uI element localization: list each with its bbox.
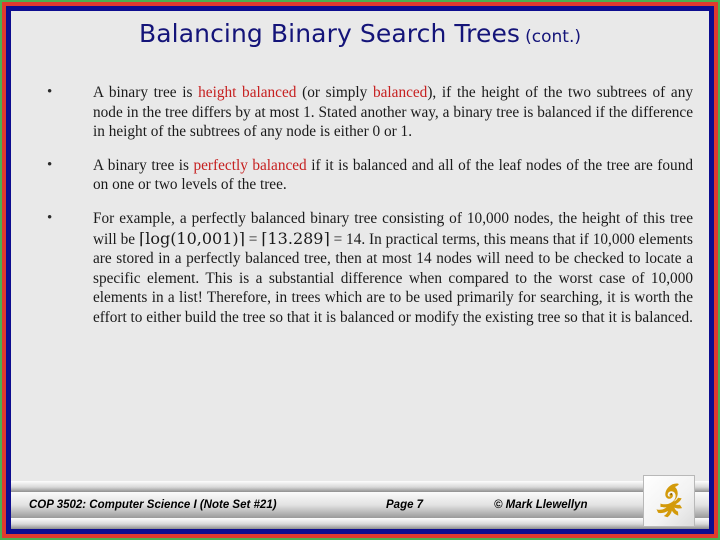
footer-copyright-label: © Mark Llewellyn <box>494 499 588 511</box>
footer-page-label: Page 7 <box>386 499 424 511</box>
pegasus-icon <box>656 483 683 518</box>
page-title-suffix: (cont.) <box>525 27 581 47</box>
footer-course-label: COP 3502: Computer Science I (Note Set #… <box>29 499 277 511</box>
footer-top-band <box>11 481 709 492</box>
bullet-text-run: balanced <box>372 84 428 101</box>
bullet-text-run: = <box>244 230 262 248</box>
bullet-text-run: ⌈log(10,001)⌉ <box>138 228 245 248</box>
bullet-item: • A binary tree is height balanced (or si… <box>31 83 693 142</box>
slide-canvas: Balancing Binary Search Trees (cont.) • A… <box>11 11 709 529</box>
slide-navy-border: Balancing Binary Search Trees (cont.) • A… <box>6 6 714 534</box>
page-title-main: Balancing Binary Search Trees <box>138 19 521 48</box>
bullet-marker-icon: • <box>47 156 53 173</box>
bullet-text-run: perfectly balanced <box>193 156 307 174</box>
page-title: Balancing Binary Search Trees (cont.) <box>11 19 709 48</box>
bullet-text-run: A binary tree is <box>93 156 194 174</box>
bullet-text: For example, a perfectly balanced binary… <box>93 209 693 328</box>
bullet-text: A binary tree is perfectly balanced if i… <box>93 156 693 195</box>
bullet-text-run: A binary tree is <box>93 84 199 101</box>
slide-outer-border: Balancing Binary Search Trees (cont.) • A… <box>0 0 720 540</box>
bullet-item: • A binary tree is perfectly balanced if … <box>31 156 693 195</box>
bullet-text: A binary tree is height balanced (or sim… <box>93 83 693 142</box>
ucf-pegasus-logo <box>643 475 695 527</box>
footer-bottom-band <box>11 518 709 529</box>
slide-footer: COP 3502: Computer Science I (Note Set #… <box>11 481 709 529</box>
bullet-text-run: (or simply <box>296 84 373 101</box>
bullet-marker-icon: • <box>47 84 53 100</box>
slide-body: • A binary tree is height balanced (or si… <box>31 83 693 342</box>
bullet-text-run: ⌈13.289⌉ <box>261 228 330 248</box>
bullet-item: • For example, a perfectly balanced binar… <box>31 209 693 328</box>
bullet-marker-icon: • <box>47 209 53 226</box>
slide-red-border: Balancing Binary Search Trees (cont.) • A… <box>2 2 718 538</box>
footer-bar: COP 3502: Computer Science I (Note Set #… <box>11 492 709 518</box>
bullet-text-run: height balanced <box>198 84 297 101</box>
